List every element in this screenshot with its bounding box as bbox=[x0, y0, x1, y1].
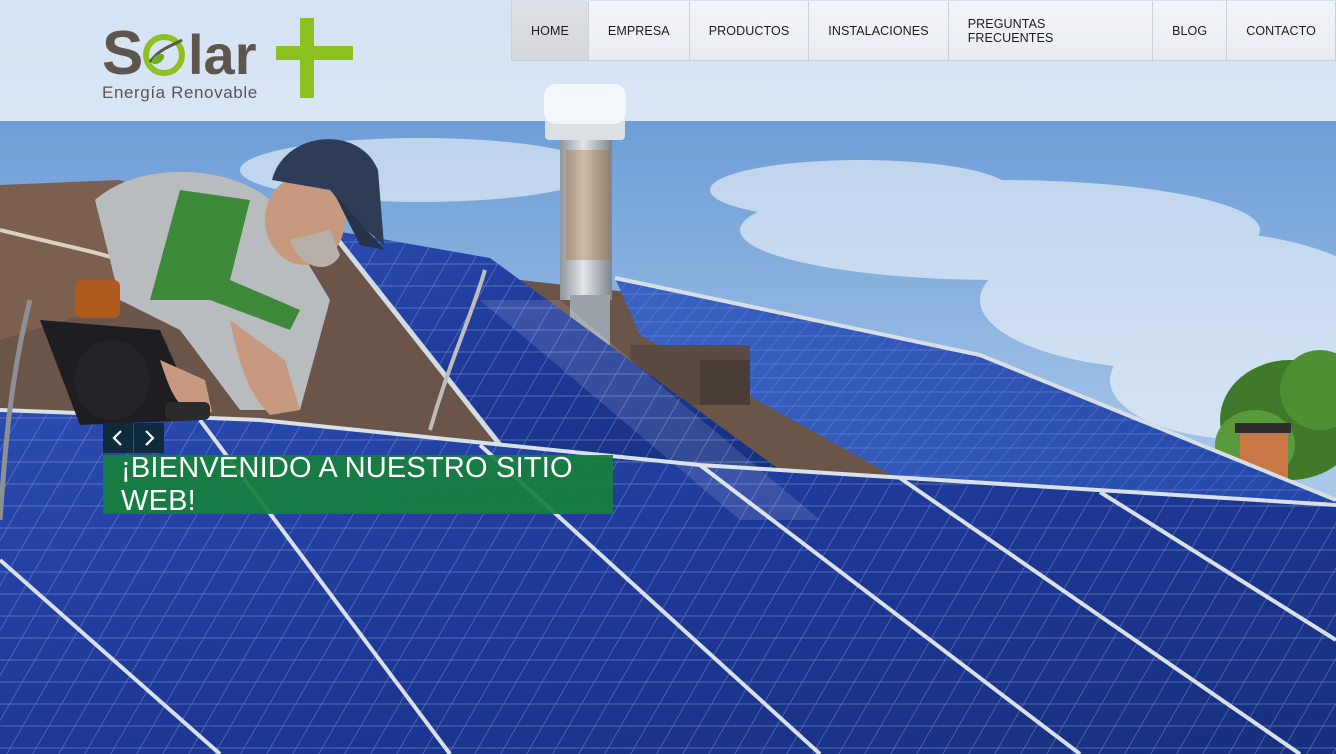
slider-next-button[interactable] bbox=[134, 423, 164, 453]
svg-text:lar: lar bbox=[188, 23, 257, 86]
nav-empresa[interactable]: EMPRESA bbox=[588, 1, 690, 60]
slider-controls bbox=[103, 423, 164, 453]
nav-preguntas-frecuentes[interactable]: PREGUNTAS FRECUENTES bbox=[948, 1, 1154, 60]
svg-text:S: S bbox=[102, 19, 143, 88]
slider-caption-text: ¡BIENVENIDO A NUESTRO SITIO WEB! bbox=[121, 451, 573, 517]
logo-tagline: Energía Renovable bbox=[102, 83, 258, 102]
site-header: S lar Energía Renovable HOME EMPRESA PRO… bbox=[0, 0, 1336, 121]
logo[interactable]: S lar Energía Renovable bbox=[100, 10, 360, 105]
chevron-right-icon bbox=[145, 430, 155, 446]
slider-prev-button[interactable] bbox=[103, 423, 133, 453]
slider-caption: ¡BIENVENIDO A NUESTRO SITIO WEB! bbox=[103, 452, 613, 517]
nav-productos[interactable]: PRODUCTOS bbox=[689, 1, 810, 60]
nav-home[interactable]: HOME bbox=[512, 1, 589, 60]
nav-instalaciones[interactable]: INSTALACIONES bbox=[809, 1, 949, 60]
nav-contacto[interactable]: CONTACTO bbox=[1227, 1, 1335, 60]
chevron-left-icon bbox=[112, 430, 122, 446]
main-nav: HOME EMPRESA PRODUCTOS INSTALACIONES PRE… bbox=[511, 1, 1336, 61]
nav-blog[interactable]: BLOG bbox=[1153, 1, 1228, 60]
